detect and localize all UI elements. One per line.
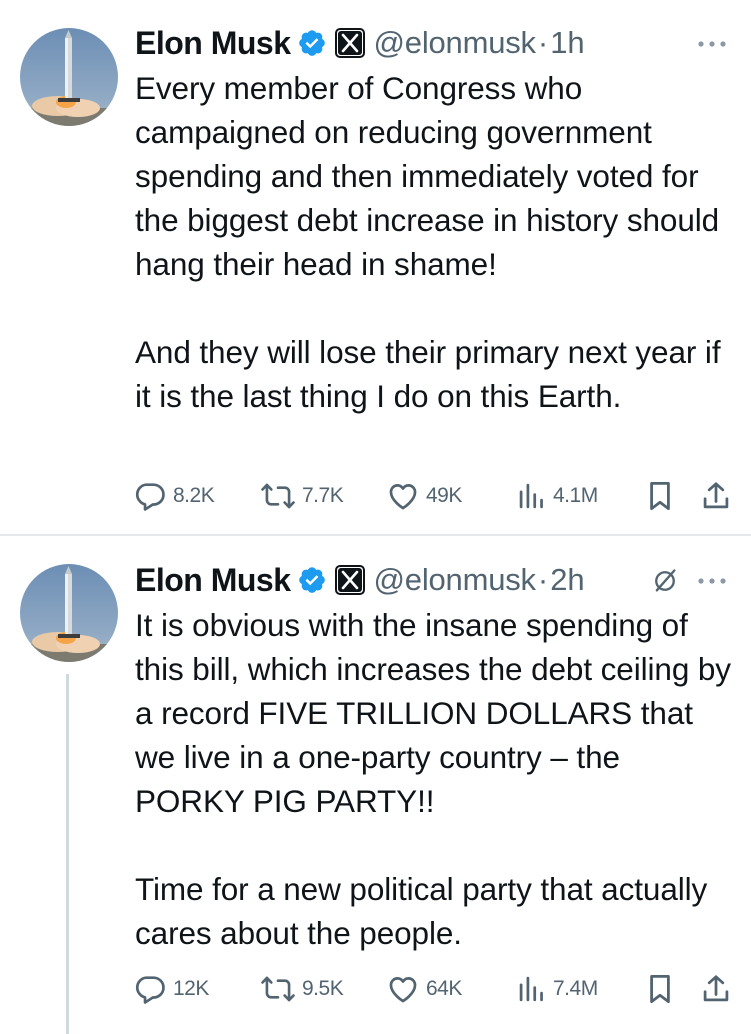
author-handle[interactable]: @elonmusk (374, 562, 537, 598)
tweet-divider (0, 534, 751, 536)
repost-count: 9.5K (302, 977, 344, 1000)
like-icon (386, 972, 420, 1006)
repost-icon (260, 972, 296, 1006)
more-icon[interactable] (694, 571, 730, 591)
repost-button[interactable]: 9.5K (260, 969, 344, 1009)
repost-count: 7.7K (302, 484, 344, 507)
tweet-header: Elon Musk @elonmusk · 1h (135, 22, 735, 64)
tweet-text: It is obvious with the insane spending o… (135, 607, 731, 951)
bookmark-button[interactable] (646, 969, 674, 1009)
timestamp[interactable]: 1h (550, 25, 584, 61)
more-icon[interactable] (694, 34, 730, 54)
share-button[interactable] (701, 476, 731, 516)
like-count: 64K (426, 977, 462, 1000)
repost-icon (260, 479, 296, 513)
views-count: 4.1M (553, 484, 598, 507)
reply-icon (133, 479, 167, 513)
tweet[interactable]: Elon Musk @elonmusk · 2h It is obvious w… (0, 537, 751, 1034)
bookmark-icon (646, 972, 674, 1006)
avatar[interactable] (20, 28, 118, 126)
reply-count: 8.2K (173, 484, 215, 507)
separator-dot: · (537, 562, 549, 597)
tweet[interactable]: Elon Musk @elonmusk · 1h Every member of… (0, 0, 751, 535)
author-name[interactable]: Elon Musk (135, 562, 291, 599)
x-logo-icon[interactable] (334, 28, 365, 58)
reply-button[interactable]: 8.2K (133, 476, 215, 516)
bookmark-icon (646, 479, 674, 513)
author-handle[interactable]: @elonmusk (374, 25, 537, 61)
like-button[interactable]: 64K (386, 969, 462, 1009)
reply-count: 12K (173, 977, 209, 1000)
x-logo-icon[interactable] (334, 565, 365, 595)
thread-line (66, 674, 69, 1034)
share-button[interactable] (701, 969, 731, 1009)
like-icon (386, 479, 420, 513)
views-icon (517, 479, 547, 513)
like-count: 49K (426, 484, 462, 507)
repost-button[interactable]: 7.7K (260, 476, 344, 516)
verified-badge-icon (297, 565, 327, 595)
reply-button[interactable]: 12K (133, 969, 209, 1009)
tweet-header: Elon Musk @elonmusk · 2h (135, 559, 735, 601)
separator-dot: · (537, 25, 549, 60)
author-name[interactable]: Elon Musk (135, 25, 291, 62)
views-icon (517, 972, 547, 1006)
action-bar: 8.2K 7.7K 49K 4.1M (133, 476, 733, 516)
grok-icon[interactable] (651, 567, 679, 595)
tweet-text: Every member of Congress who campaigned … (135, 70, 721, 414)
bookmark-button[interactable] (646, 476, 674, 516)
verified-badge-icon (297, 28, 327, 58)
views-count: 7.4M (553, 977, 598, 1000)
reply-icon (133, 972, 167, 1006)
views-button[interactable]: 4.1M (517, 476, 598, 516)
like-button[interactable]: 49K (386, 476, 462, 516)
share-icon (701, 972, 731, 1006)
avatar[interactable] (20, 564, 118, 662)
share-icon (701, 479, 731, 513)
action-bar: 12K 9.5K 64K 7.4M (133, 969, 733, 1009)
views-button[interactable]: 7.4M (517, 969, 598, 1009)
timestamp[interactable]: 2h (550, 562, 584, 598)
